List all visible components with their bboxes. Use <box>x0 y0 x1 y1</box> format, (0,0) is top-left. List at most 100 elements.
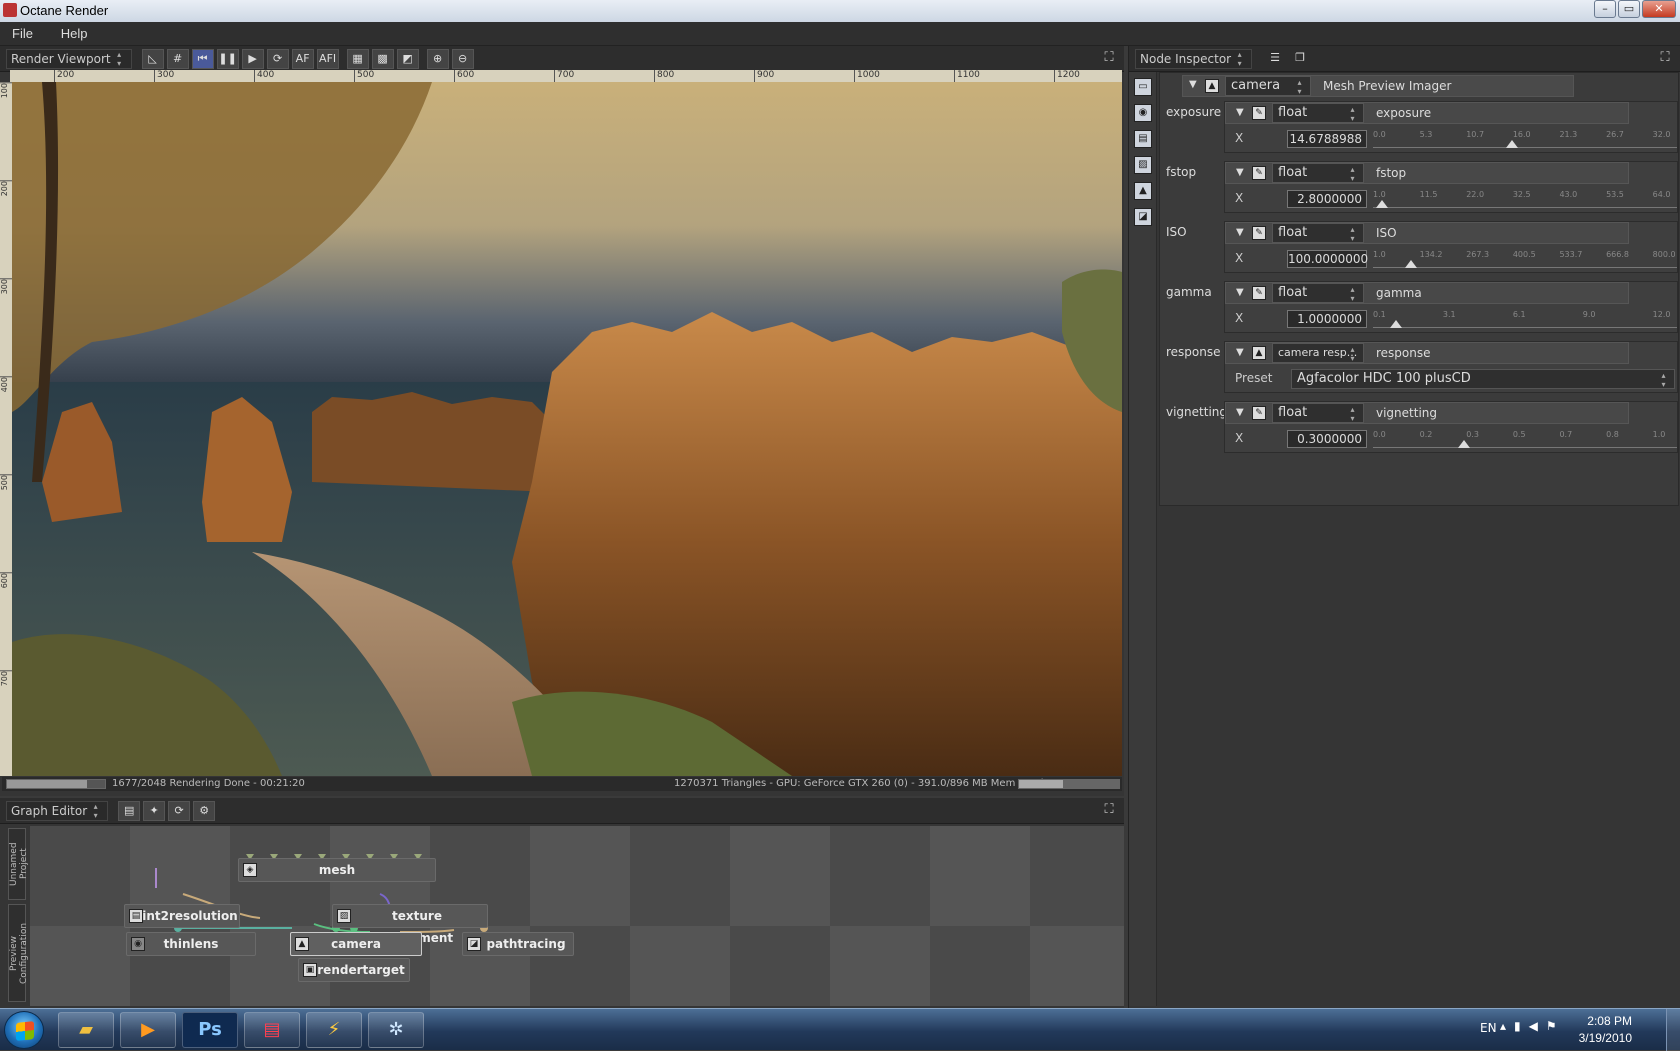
node-texture-environment[interactable]: ▨ texture environment <box>332 904 488 945</box>
node-rendertarget[interactable]: ▣ rendertarget <box>298 958 410 982</box>
param-type-selector[interactable]: float <box>1272 403 1364 423</box>
expand-all-icon[interactable]: ❐ <box>1289 49 1311 69</box>
maximize-panel-icon[interactable]: ⛶ <box>1100 801 1118 819</box>
environment-sidebar-icon[interactable]: ▨ <box>1134 156 1152 174</box>
system-clock[interactable]: 2:08 PM 3/19/2010 <box>1579 1013 1632 1047</box>
render-progress-fill <box>7 780 88 788</box>
zoom-out-icon[interactable]: ⊖ <box>451 48 474 69</box>
param-type-selector[interactable]: float <box>1272 103 1364 123</box>
slider-thumb[interactable] <box>1458 440 1471 448</box>
response-preset-select[interactable]: Agfacolor HDC 100 plusCD <box>1291 369 1675 389</box>
zoom-in-icon[interactable]: ⊕ <box>426 48 449 69</box>
refresh-icon[interactable]: ⟳ <box>266 48 289 69</box>
channel-icon[interactable]: ◩ <box>396 48 419 69</box>
vignetting-slider[interactable]: 0.0 0.2 0.3 0.5 0.7 0.8 1.0 <box>1373 430 1677 448</box>
collapse-all-icon[interactable]: ☰ <box>1264 49 1286 69</box>
maximize-button[interactable]: ▭ <box>1618 0 1640 18</box>
menu-help[interactable]: Help <box>49 22 100 45</box>
slider-tick-label: 43.0 <box>1559 190 1578 199</box>
inspector-body: ▼ ▲ camera Mesh Preview Imager exposure … <box>1159 72 1679 506</box>
maximize-panel-icon[interactable]: ⛶ <box>1100 49 1118 67</box>
slider-thumb[interactable] <box>1506 140 1519 148</box>
float-type-icon: ✎ <box>1252 166 1266 180</box>
node-mesh[interactable]: ◈ mesh <box>238 858 436 882</box>
new-node-icon[interactable]: ▤ <box>118 800 141 821</box>
exposure-value-input[interactable]: 14.6788988 <box>1287 130 1367 148</box>
imager-icon[interactable]: ▭ <box>1134 78 1152 96</box>
node-graph-canvas[interactable]: ◈ mesh ▤ int2resolution ▨ texture enviro… <box>30 826 1124 1006</box>
param-type-selector[interactable]: float <box>1272 163 1364 183</box>
node-pathtracing[interactable]: ◪ pathtracing <box>462 932 574 956</box>
resolution-icon: ▤ <box>129 909 143 923</box>
inspector-panel-selector[interactable]: Node Inspector <box>1135 48 1253 69</box>
pattern-icon[interactable]: ▩ <box>371 48 394 69</box>
tray-icons[interactable]: ▴▮◀⚑ <box>1500 1019 1590 1033</box>
collapse-triangle-icon[interactable]: ▼ <box>1189 79 1197 90</box>
show-desktop-button[interactable] <box>1666 1009 1680 1051</box>
render-status-bar: 1677/2048 Rendering Done - 00:21:20 1270… <box>2 777 1122 791</box>
collapse-triangle-icon[interactable]: ▼ <box>1236 167 1244 178</box>
pick-focus-icon[interactable]: ◺ <box>141 48 164 69</box>
slider-thumb[interactable] <box>1404 260 1417 268</box>
media-player-icon[interactable]: ▶ <box>120 1012 176 1048</box>
pause-icon[interactable]: ❚❚ <box>216 48 239 69</box>
collapse-triangle-icon[interactable]: ▼ <box>1236 347 1244 358</box>
play-icon[interactable]: ▶ <box>241 48 264 69</box>
maximize-panel-icon[interactable]: ⛶ <box>1656 49 1674 67</box>
start-button[interactable] <box>4 1011 44 1049</box>
resolution-sidebar-icon[interactable]: ▤ <box>1134 130 1152 148</box>
gamma-slider[interactable]: 0.1 3.1 6.1 9.0 12.0 <box>1373 310 1677 328</box>
menu-file[interactable]: File <box>0 22 45 45</box>
viewport-panel-selector[interactable]: Render Viewport <box>6 48 132 69</box>
photoshop-button[interactable]: Ps <box>182 1012 238 1048</box>
explorer-icon[interactable]: ▰ <box>58 1012 114 1048</box>
param-type-selector[interactable]: float <box>1272 283 1364 303</box>
node-color-icon[interactable]: ✦ <box>143 800 166 821</box>
node-refresh-icon[interactable]: ⟳ <box>168 800 191 821</box>
node-label: rendertarget <box>317 963 405 977</box>
node-layout-icon[interactable]: ⚙ <box>193 800 216 821</box>
settings-icon[interactable]: ✲ <box>368 1012 424 1048</box>
close-button[interactable]: ✕ <box>1642 0 1676 18</box>
language-indicator[interactable]: EN <box>1480 1021 1497 1035</box>
param-row: X 14.6788988 0.0 5.3 10.7 16.0 21.3 26.7 32.0 <box>1225 128 1679 152</box>
node-camera[interactable]: ▲ camera <box>290 932 422 956</box>
graph-panel-selector[interactable]: Graph Editor <box>6 800 109 821</box>
node-int2resolution[interactable]: ▤ int2resolution <box>124 904 240 928</box>
fstop-value-input[interactable]: 2.8000000 <box>1287 190 1367 208</box>
grid-icon[interactable]: # <box>166 48 189 69</box>
tab-unnamed-project[interactable]: Unnamed Project <box>8 828 29 900</box>
exposure-slider[interactable]: 0.0 5.3 10.7 16.0 21.3 26.7 32.0 <box>1373 130 1677 148</box>
af-button[interactable]: AF <box>291 48 314 69</box>
iso-slider[interactable]: 1.0 134.2 267.3 400.5 533.7 666.8 800.0 <box>1373 250 1677 268</box>
slider-thumb[interactable] <box>1375 200 1388 208</box>
vignetting-value-input[interactable]: 0.3000000 <box>1287 430 1367 448</box>
afi-button[interactable]: AFI <box>316 48 339 69</box>
node-name-selector[interactable]: camera <box>1225 76 1311 96</box>
slider-tick-label: 0.5 <box>1512 430 1526 439</box>
collapse-triangle-icon[interactable]: ▼ <box>1236 407 1244 418</box>
tab-preview-configuration[interactable]: Preview Configuration <box>8 904 29 1002</box>
rendertarget-sidebar-icon[interactable]: ▲ <box>1134 182 1152 200</box>
node-type-label: Mesh Preview Imager <box>1323 79 1452 93</box>
gamma-value-input[interactable]: 1.0000000 <box>1287 310 1367 328</box>
param-type-selector[interactable]: float <box>1272 223 1364 243</box>
param-header: ▼ ▲ camera resp... response <box>1225 342 1629 364</box>
reset-icon[interactable]: ⏮ <box>191 48 214 69</box>
viewport-toolbar: Render Viewport ◺ # ⏮ ❚❚ ▶ ⟳ AF AFI ▦ ▩ … <box>0 46 1124 72</box>
slider-thumb[interactable] <box>1389 320 1402 328</box>
render-image[interactable] <box>12 82 1122 776</box>
collapse-triangle-icon[interactable]: ▼ <box>1236 287 1244 298</box>
collapse-triangle-icon[interactable]: ▼ <box>1236 107 1244 118</box>
iso-value-input[interactable]: 100.0000000 <box>1287 250 1368 268</box>
save-icon[interactable]: ▤ <box>244 1012 300 1048</box>
kernel-sidebar-icon[interactable]: ◪ <box>1134 208 1152 226</box>
node-thinlens[interactable]: ◉ thinlens <box>126 932 256 956</box>
camera-sidebar-icon[interactable]: ◉ <box>1134 104 1152 122</box>
collapse-triangle-icon[interactable]: ▼ <box>1236 227 1244 238</box>
param-type-selector[interactable]: camera resp... <box>1272 343 1364 363</box>
fstop-slider[interactable]: 1.0 11.5 22.0 32.5 43.0 53.5 64.0 <box>1373 190 1677 208</box>
checker-icon[interactable]: ▦ <box>346 48 369 69</box>
octane-icon[interactable]: ⚡ <box>306 1012 362 1048</box>
minimize-button[interactable]: – <box>1594 0 1616 18</box>
